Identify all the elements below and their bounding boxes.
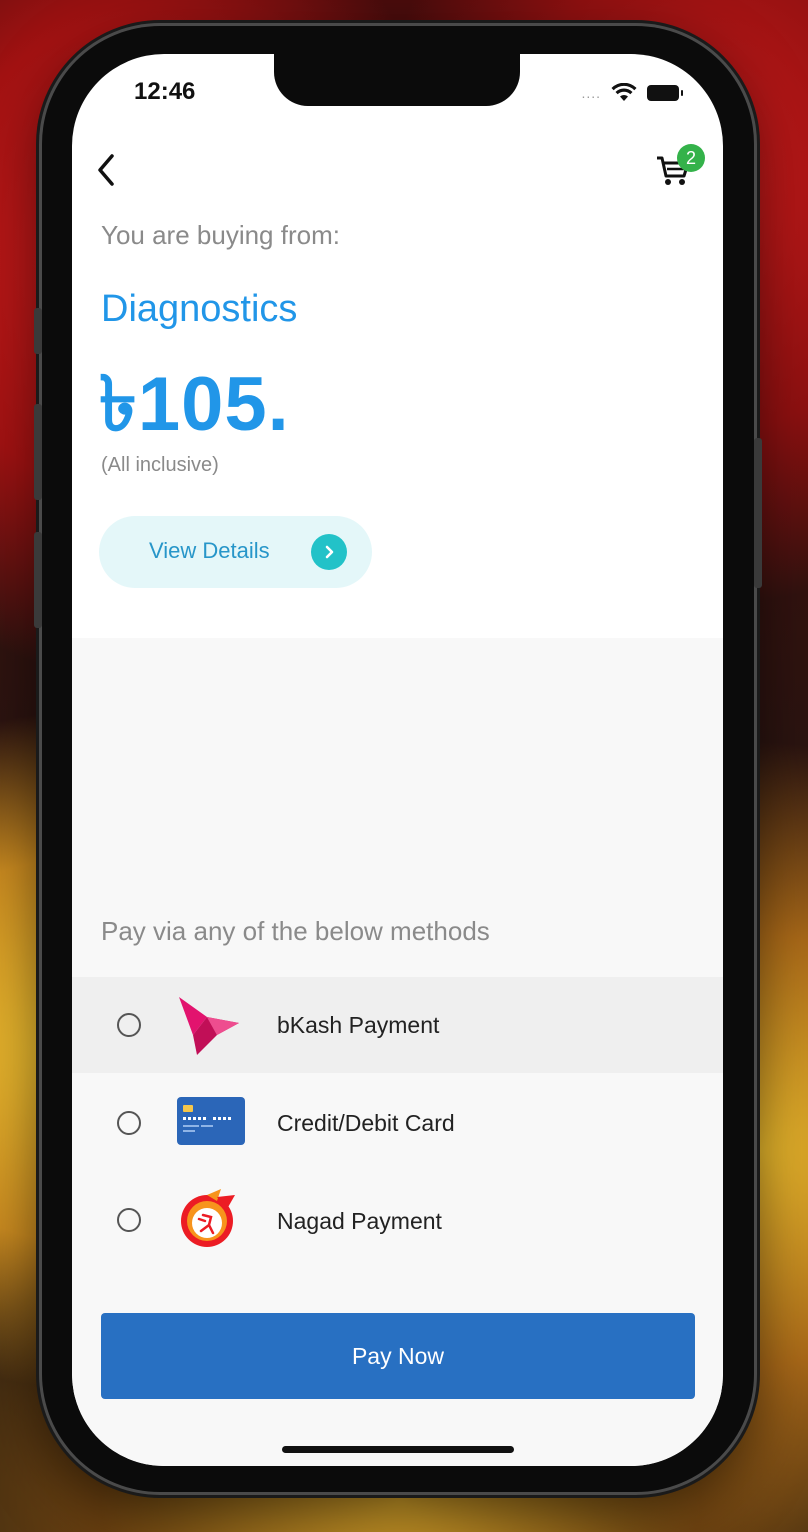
payment-method-bkash[interactable]: bKash Payment (72, 977, 723, 1073)
notch (274, 54, 520, 106)
chevron-left-icon[interactable] (90, 150, 122, 190)
credit-card-icon (177, 1097, 245, 1145)
radio-bkash[interactable] (117, 1013, 141, 1037)
volume-down-button (34, 532, 42, 628)
radio-card[interactable] (117, 1111, 141, 1135)
merchant-name: Diagnostics (101, 288, 298, 330)
buying-from-label: You are buying from: (101, 220, 340, 250)
wifi-icon (611, 83, 637, 101)
card-label: Credit/Debit Card (277, 1110, 455, 1136)
battery-icon (647, 85, 683, 101)
cellular-signal: .... (581, 85, 601, 101)
payment-method-card[interactable]: Credit/Debit Card (72, 1073, 723, 1169)
pay-now-button[interactable]: Pay Now (101, 1313, 695, 1399)
mute-switch (34, 308, 42, 354)
volume-up-button (34, 404, 42, 500)
radio-nagad[interactable] (117, 1208, 141, 1232)
home-indicator[interactable] (282, 1446, 514, 1453)
power-button (754, 438, 762, 588)
nagad-logo-icon (181, 1189, 235, 1247)
cart-count-badge: 2 (677, 144, 705, 172)
bkash-logo-icon (179, 997, 239, 1055)
payment-method-nagad[interactable]: Nagad Payment (72, 1171, 723, 1267)
payment-methods-heading: Pay via any of the below methods (101, 916, 490, 946)
view-details-label: View Details (149, 538, 270, 563)
app-screen: 12:46 .... 2 You are buying from: Diagno… (72, 54, 723, 1466)
chevron-right-icon (311, 534, 347, 570)
price-note: (All inclusive) (101, 454, 219, 476)
view-details-button[interactable]: View Details (99, 516, 372, 588)
status-time: 12:46 (134, 78, 196, 105)
bkash-label: bKash Payment (277, 1012, 440, 1038)
status-icons: .... (581, 82, 683, 104)
nagad-label: Nagad Payment (277, 1208, 442, 1234)
